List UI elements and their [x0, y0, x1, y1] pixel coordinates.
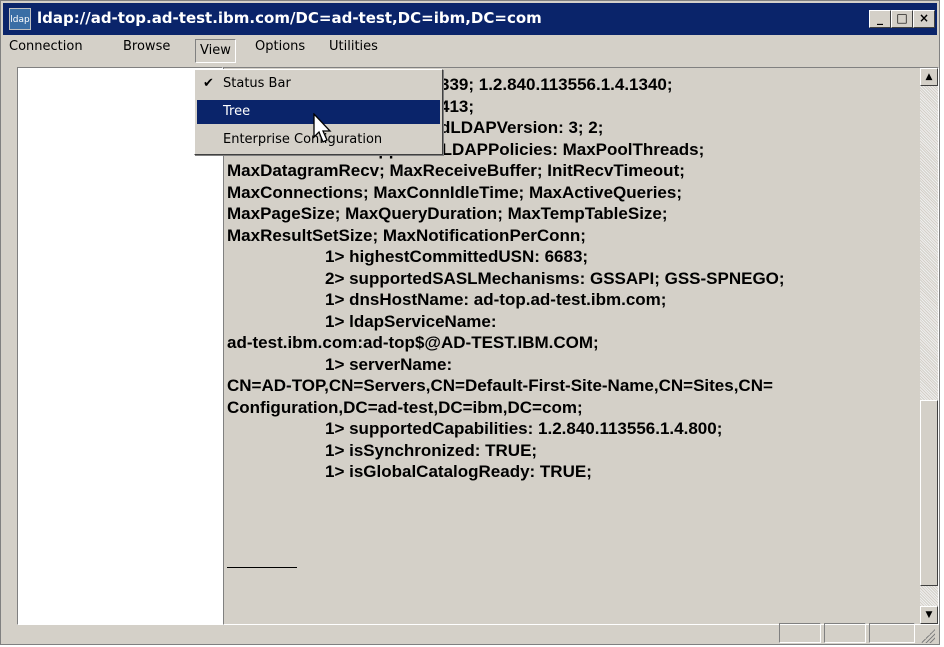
status-panel [779, 623, 821, 643]
maximize-button[interactable]: □ [891, 10, 913, 28]
output-line: Configuration,DC=ad-test,DC=ibm,DC=com; [227, 397, 583, 417]
mouse-pointer-icon [313, 113, 332, 143]
title-bar[interactable]: ldap ldap://ad-top.ad-test.ibm.com/DC=ad… [3, 3, 937, 35]
status-bar [3, 621, 937, 645]
menu-view[interactable]: View [195, 39, 236, 63]
menu-item-label: Status Bar [223, 76, 291, 91]
output-line: 1> highestCommittedUSN: 6683; [325, 247, 589, 266]
menu-browse[interactable]: Browse [119, 39, 174, 63]
scroll-up-button[interactable]: ▲ [920, 68, 938, 86]
output-line: CN=AD-TOP,CN=Servers,CN=Default-First-Si… [227, 376, 773, 395]
window-title: ldap://ad-top.ad-test.ibm.com/DC=ad-test… [37, 9, 542, 27]
menu-connection[interactable]: Connection [5, 39, 87, 63]
arrow-down-icon: ▼ [925, 610, 933, 620]
checkmark-icon: ✔ [203, 76, 214, 91]
menu-options[interactable]: Options [251, 39, 309, 63]
output-line: 1> isGlobalCatalogReady: TRUE; [325, 462, 592, 481]
status-panel [824, 623, 866, 643]
minimize-button[interactable]: _ [869, 10, 891, 28]
output-line: 2> supportedSASLMechanisms: GSSAPI; GSS-… [325, 268, 785, 288]
maximize-icon: □ [896, 11, 908, 25]
close-icon: × [918, 11, 930, 25]
vertical-scrollbar[interactable]: ▲ ▼ [920, 68, 938, 624]
status-panel [869, 623, 915, 643]
tree-pane[interactable] [17, 67, 223, 625]
menu-item-status-bar[interactable]: ✔ Status Bar [197, 72, 440, 96]
output-line: ad-test.ibm.com:ad-top$@AD-TEST.IBM.COM; [227, 333, 599, 352]
status-panel-main [5, 623, 775, 643]
close-button[interactable]: × [913, 10, 935, 28]
output-line: MaxPageSize; MaxQueryDuration; MaxTempTa… [227, 204, 668, 223]
output-line: MaxResultSetSize; MaxNotificationPerConn… [227, 225, 586, 245]
output-line: MaxDatagramRecv; MaxReceiveBuffer; InitR… [227, 161, 685, 180]
menu-item-label: Enterprise Configuration [223, 132, 383, 147]
output-line: MaxConnections; MaxConnIdleTime; MaxActi… [227, 182, 683, 202]
minimize-icon: _ [877, 11, 883, 25]
output-separator [227, 567, 297, 568]
ldap-app-icon[interactable]: ldap [9, 8, 31, 30]
output-line: 1> isSynchronized: TRUE; [325, 440, 538, 460]
output-line: 1> supportedCapabilities: 1.2.840.113556… [325, 419, 723, 438]
arrow-up-icon: ▲ [925, 72, 933, 82]
output-line: 1> serverName: [325, 354, 453, 374]
menu-bar: Connection Browse View Options Utilities [3, 39, 937, 63]
resize-grip-icon[interactable] [921, 629, 935, 643]
scroll-thumb[interactable] [920, 400, 938, 586]
output-line: 1> ldapServiceName: [325, 311, 497, 331]
menu-item-label: Tree [223, 104, 251, 119]
menu-utilities[interactable]: Utilities [325, 39, 382, 63]
output-line: 1> dnsHostName: ad-top.ad-test.ibm.com; [325, 290, 667, 309]
app-window: ldap ldap://ad-top.ad-test.ibm.com/DC=ad… [0, 0, 940, 645]
